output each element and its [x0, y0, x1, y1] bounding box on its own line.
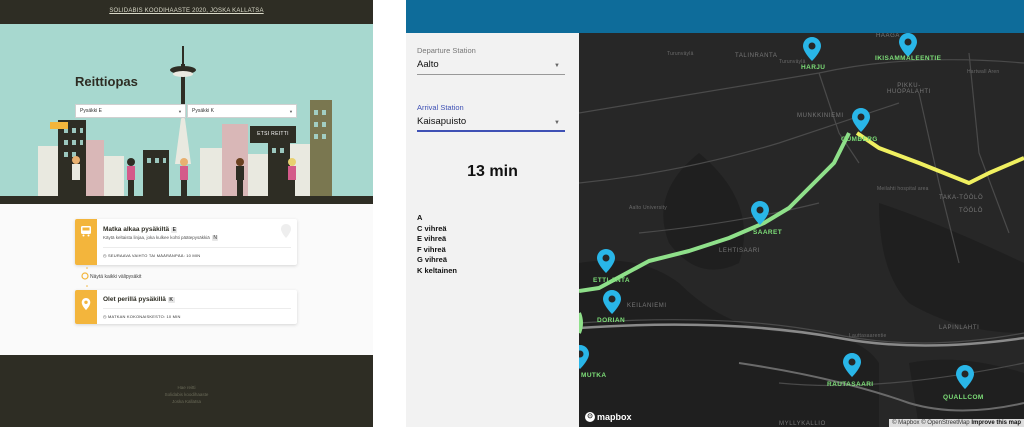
station-pin-icon[interactable] [956, 365, 974, 389]
station-pin-icon[interactable] [803, 37, 821, 61]
top-bar: SOLIDABIS KOODIHAASTE 2020, JOSKA KALLAT… [0, 0, 373, 24]
district-label: LEHTISAARI [719, 248, 761, 254]
from-stop-select[interactable]: Pysäkki E ▼ [75, 104, 186, 118]
footer-link[interactable]: Joska Kallatsa [0, 399, 373, 404]
route-start-card: Matka alkaa pysäkiltä E Käytä keltaista l… [75, 219, 297, 265]
station-label: GUMBERG [841, 136, 878, 143]
page-title: Reittiopas [75, 74, 138, 89]
station-pin-icon[interactable] [899, 33, 917, 57]
chevron-down-icon: ▼ [289, 109, 293, 114]
improve-map-link[interactable]: Improve this map [971, 420, 1021, 426]
station-label: HARJU [801, 64, 826, 71]
caret-down-icon: ▼ [554, 63, 560, 69]
departure-label: Departure Station [417, 46, 476, 55]
end-stop-badge: K [167, 297, 175, 303]
line-item: E vihreä [417, 234, 447, 243]
station-label: SAARET [753, 229, 783, 236]
station-pin-icon[interactable] [852, 108, 870, 132]
district-label: TAKA-TÖÖLÖ [939, 195, 984, 201]
caret-down-icon: ▼ [554, 120, 560, 126]
line-item: F vihreä [417, 244, 446, 254]
map-canvas[interactable]: TALINRANTA MUNKKINIEMI PIKKU-HUOPALAHTI … [579, 33, 1024, 427]
station-pin-icon[interactable] [603, 290, 621, 314]
start-instruction: Käytä keltaista linjaa, joka kulkee koht… [103, 235, 219, 241]
station-label: DORIAN [597, 317, 626, 324]
station-label: MUTKA [581, 372, 607, 379]
district-label: TÖÖLÖ [959, 208, 984, 214]
author-link[interactable]: SOLIDABIS KOODIHAASTE 2020, JOSKA KALLAT… [0, 8, 373, 14]
card-icon-strip [75, 219, 97, 265]
route-map-app: Departure Station Aalto ▼ Arrival Statio… [406, 0, 1024, 427]
divider [103, 247, 291, 248]
end-title: Olet perillä pysäkillä K [103, 296, 175, 303]
from-stop-value: Pysäkki E [80, 108, 102, 114]
stop-marker-icon [81, 272, 89, 280]
terminus-badge: N [211, 235, 219, 241]
to-stop-select[interactable]: Pysäkki K ▼ [187, 104, 297, 118]
footer-line: Hae reitti [177, 385, 196, 390]
divider [103, 308, 291, 309]
district-label: LAPINLAHTI [939, 325, 980, 331]
mapbox-logo[interactable]: ⊙ mapbox [585, 412, 632, 422]
line-item: C vihreä [417, 223, 447, 233]
departure-value: Aalto [417, 59, 439, 70]
road-label: Aalto University [629, 205, 667, 211]
trip-duration: 13 min [467, 163, 518, 180]
start-stop-badge: E [171, 227, 178, 233]
district-label: PIKKU-HUOPALAHTI [887, 83, 931, 95]
arrival-value: Kaisapuisto [417, 116, 467, 127]
station-label: IKISAMMALEENTIE [875, 55, 942, 62]
station-pin-icon[interactable] [579, 345, 589, 369]
road-label: Hartwall Aren [967, 69, 1000, 75]
underline [417, 74, 565, 75]
hero-section: Reittiopas Pysäkki E ▼ Pysäkki K ▼ ETSI … [0, 24, 373, 204]
reittiopas-page: SOLIDABIS KOODIHAASTE 2020, JOSKA KALLAT… [0, 0, 373, 427]
district-label: HAAGA [876, 33, 901, 39]
search-route-button[interactable]: ETSI REITTI [250, 126, 296, 143]
line-item: G vihreä [417, 255, 448, 264]
district-label: MYLLYKALLIO [779, 421, 826, 427]
mapbox-icon: ⊙ [585, 412, 595, 422]
location-pin-icon [81, 298, 91, 310]
district-label: KEILANIEMI [627, 303, 667, 309]
station-pin-icon[interactable] [751, 201, 769, 225]
line-list: A C vihreä E vihreä F vihreä G vihreä K … [417, 213, 457, 276]
card-icon-strip [75, 290, 97, 324]
road-label: Lauttasaarentie [849, 333, 887, 339]
app-bar [406, 0, 1024, 33]
station-label: ETTLANTA [593, 277, 631, 284]
footer: Hae reitti Solidabis koodihaaste Joska K… [0, 355, 373, 427]
to-stop-value: Pysäkki K [192, 108, 214, 114]
station-label: RAUTASAARI [827, 381, 874, 388]
footer-link[interactable]: Solidabis koodihaaste [0, 392, 373, 397]
start-title: Matka alkaa pysäkiltä E [103, 226, 178, 233]
map-attribution: © Mapbox © OpenStreetMap Improve this ma… [889, 419, 1024, 427]
district-label: TALINRANTA [735, 53, 778, 59]
arrival-label: Arrival Station [417, 103, 464, 112]
station-pin-icon[interactable] [597, 249, 615, 273]
route-sidebar: Departure Station Aalto ▼ Arrival Statio… [406, 33, 579, 427]
line-item: A [417, 213, 423, 222]
station-pin-icon[interactable] [843, 353, 861, 377]
ground-strip [0, 196, 373, 204]
chevron-down-icon: ▼ [178, 109, 182, 114]
underline-focused [417, 130, 565, 132]
total-duration-info: ◷ MATKAN KOKONAISKESTO: 10 MIN [103, 314, 181, 319]
show-all-stops-link[interactable]: Näytä kaikki välipysäkit [90, 274, 141, 280]
next-transfer-info: ◷ SEURAAVA VAIHTO TAI MÄÄRÄNPÄÄ: 10 MIN [103, 253, 201, 258]
road-label: Turunväylä [667, 51, 694, 57]
bus-icon [81, 226, 91, 237]
location-pin-icon [281, 224, 291, 238]
line-item: K keltainen [417, 265, 458, 275]
route-results: Matka alkaa pysäkiltä E Käytä keltaista l… [0, 204, 373, 354]
station-label: QUALLCOM [943, 394, 984, 401]
district-label: MUNKKINIEMI [797, 113, 844, 119]
route-end-card: Olet perillä pysäkillä K ◷ MATKAN KOKONAI… [75, 290, 297, 324]
road-label: Meilahti hospital area [877, 186, 929, 192]
